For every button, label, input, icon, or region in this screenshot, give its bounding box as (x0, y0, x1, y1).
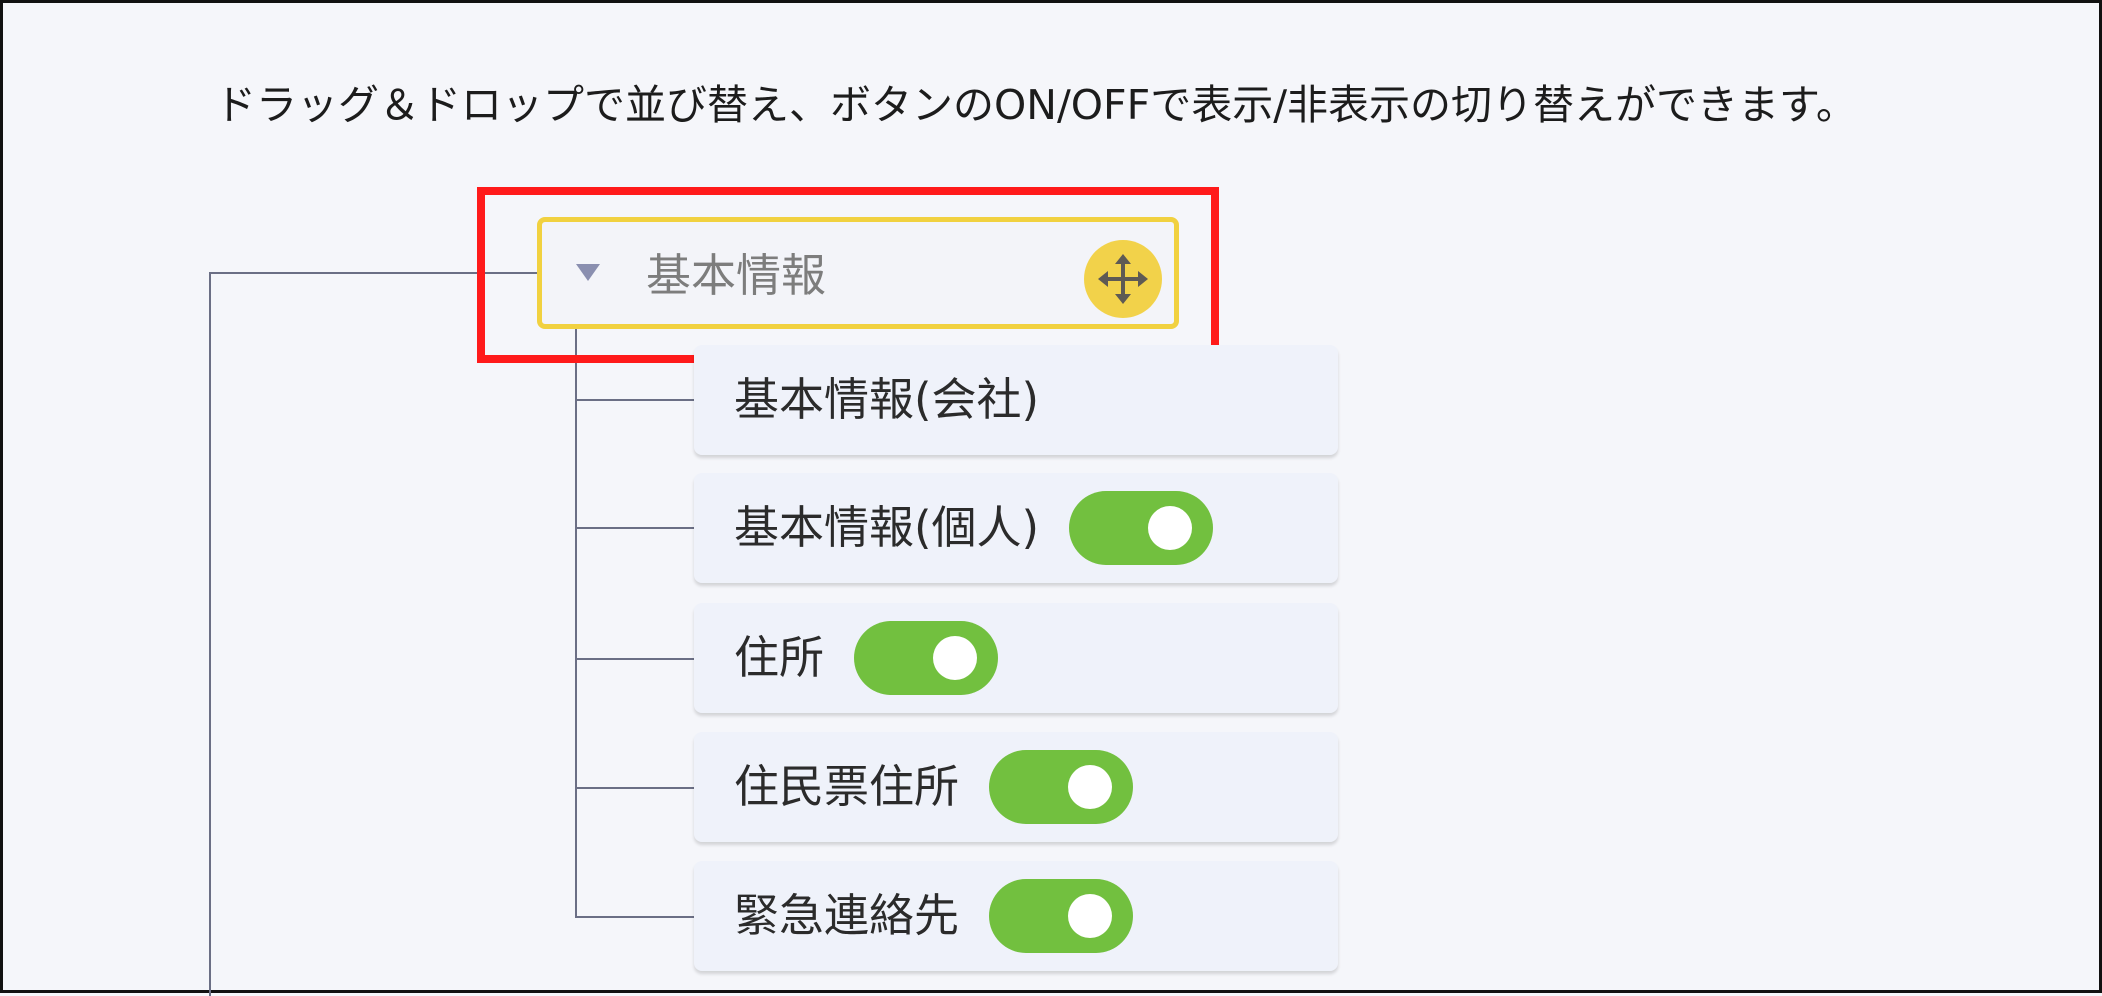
list-item-emergency-contact[interactable]: 緊急連絡先 (694, 861, 1338, 971)
highlight-annotation-box (477, 187, 1219, 363)
toggle-switch[interactable] (989, 879, 1134, 953)
item-label: 住所 (734, 631, 825, 684)
toggle-knob (933, 636, 978, 680)
instruction-text: ドラッグ＆ドロップで並び替え、ボタンのON/OFFで表示/非表示の切り替えができ… (215, 81, 1857, 129)
toggle-switch[interactable] (1069, 491, 1214, 565)
tree-line-branch-1 (575, 399, 695, 401)
toggle-knob (1148, 506, 1193, 550)
toggle-knob (1068, 894, 1113, 938)
item-label: 基本情報(個人) (734, 501, 1040, 554)
toggle-knob (1068, 765, 1113, 809)
tree-line-branch-5 (575, 916, 695, 918)
item-label: 緊急連絡先 (734, 889, 960, 942)
item-label: 住民票住所 (734, 760, 960, 813)
list-item-address[interactable]: 住所 (694, 603, 1338, 713)
tree-line-branch-3 (575, 658, 695, 660)
item-label: 基本情報(会社) (734, 373, 1040, 426)
screenshot-frame: ドラッグ＆ドロップで並び替え、ボタンのON/OFFで表示/非表示の切り替えができ… (0, 0, 2102, 996)
tree-line-branch-4 (575, 787, 695, 789)
list-item-resident-address[interactable]: 住民票住所 (694, 732, 1338, 842)
toggle-switch[interactable] (989, 750, 1134, 824)
list-item-basic-info-personal[interactable]: 基本情報(個人) (694, 473, 1338, 583)
list-item-basic-info-company[interactable]: 基本情報(会社) (694, 345, 1338, 455)
tree-line-root-vertical (209, 272, 211, 996)
tree-line-group-vertical (575, 327, 577, 917)
tree-line-branch-2 (575, 527, 695, 529)
toggle-switch[interactable] (854, 621, 999, 695)
